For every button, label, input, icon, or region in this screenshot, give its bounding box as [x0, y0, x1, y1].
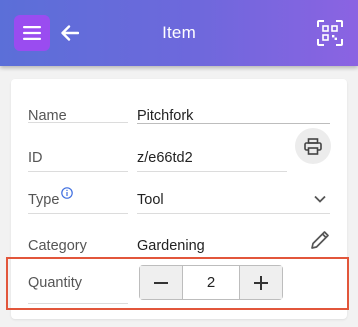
id-value: z/e66td2 [137, 150, 193, 166]
name-value[interactable]: Pitchfork [137, 108, 193, 124]
print-button[interactable] [295, 128, 331, 164]
type-label-divider [28, 213, 128, 214]
info-icon[interactable] [61, 187, 73, 199]
name-label-divider [28, 122, 128, 123]
scan-button[interactable] [314, 17, 346, 49]
quantity-label: Quantity [28, 275, 82, 291]
category-label: Category [28, 238, 87, 254]
app-header: Item [0, 0, 358, 66]
chevron-down-icon[interactable] [313, 194, 327, 204]
minus-icon [154, 281, 168, 284]
quantity-label-divider [28, 303, 128, 304]
type-select-value[interactable]: Tool [137, 192, 164, 208]
type-field-underline [137, 213, 330, 214]
decrement-button[interactable] [140, 266, 183, 299]
printer-icon [304, 137, 322, 155]
page-title: Item [162, 23, 196, 42]
quantity-stepper[interactable]: 2 [139, 265, 283, 300]
plus-icon [254, 275, 268, 290]
category-value: Gardening [137, 238, 205, 254]
id-label: ID [28, 150, 43, 166]
increment-button[interactable] [239, 266, 282, 299]
scan-qr-icon [317, 20, 343, 46]
id-field-underline [137, 171, 287, 172]
type-label: Type [28, 192, 60, 208]
id-label-divider [28, 171, 128, 172]
pencil-edit-icon[interactable] [309, 229, 331, 251]
name-field-underline [137, 123, 330, 124]
quantity-value[interactable]: 2 [183, 266, 239, 299]
